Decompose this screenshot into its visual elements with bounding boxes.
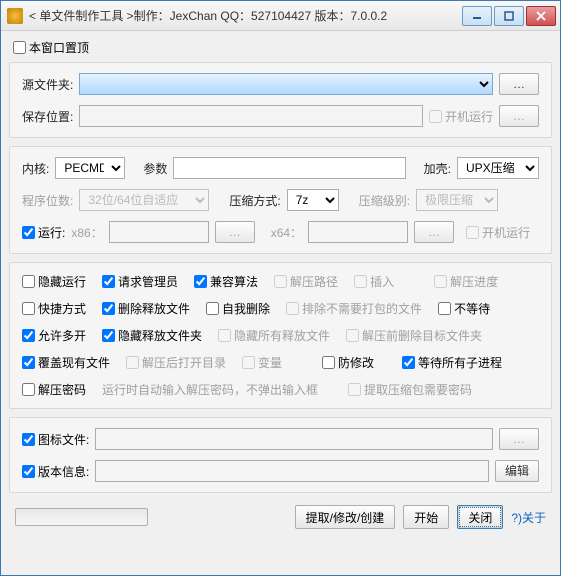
- run-startup-checkbox[interactable]: 开机运行: [466, 224, 530, 241]
- opt-shortcut[interactable]: 快捷方式: [22, 300, 86, 317]
- opt-insert[interactable]: 插入: [354, 273, 418, 290]
- save-startup-checkbox[interactable]: 开机运行: [429, 108, 493, 125]
- kernel-label: 内核:: [22, 160, 49, 177]
- ver-edit-button[interactable]: 编辑: [495, 460, 539, 482]
- opt-multi[interactable]: 允许多开: [22, 327, 86, 344]
- clevel-label: 压缩级别:: [359, 192, 410, 209]
- save-browse-button[interactable]: …: [499, 105, 539, 127]
- src-label: 源文件夹:: [22, 76, 73, 93]
- client-area: 本窗口置顶 源文件夹: … 保存位置: 开机运行 … 内核: PECMD 参数 …: [1, 31, 560, 575]
- resource-panel: 图标文件: … 版本信息: 编辑: [9, 417, 552, 493]
- icon-path-input[interactable]: [95, 428, 493, 450]
- opt-wait-child[interactable]: 等待所有子进程: [402, 354, 502, 371]
- progress-bar: [15, 508, 148, 526]
- pin-top-checkbox[interactable]: 本窗口置顶: [13, 39, 89, 56]
- opt-var[interactable]: 变量: [242, 354, 306, 371]
- window-title: < 单文件制作工具 >制作：JexChan QQ：527104427 版本：7.…: [29, 7, 462, 24]
- ver-info-input[interactable]: [95, 460, 489, 482]
- shell-select[interactable]: UPX压缩: [457, 157, 539, 179]
- about-link[interactable]: ?)关于: [511, 509, 546, 526]
- run-x64-input[interactable]: [308, 221, 408, 243]
- run-x86-input[interactable]: [109, 221, 209, 243]
- opt-exclude[interactable]: 排除不需要打包的文件: [286, 300, 422, 317]
- opt-hide-reldir[interactable]: 隐藏释放文件夹: [102, 327, 202, 344]
- opt-deprog[interactable]: 解压进度: [434, 273, 498, 290]
- shell-label: 加壳:: [424, 160, 451, 177]
- cmethod-select[interactable]: 7z: [287, 189, 339, 211]
- opt-del-rel[interactable]: 删除释放文件: [102, 300, 190, 317]
- opt-self-del[interactable]: 自我删除: [206, 300, 270, 317]
- params-input[interactable]: [173, 157, 405, 179]
- bottom-bar: 提取/修改/创建 开始 关闭 ?)关于: [9, 501, 552, 531]
- opt-del-before[interactable]: 解压前删除目标文件夹: [346, 327, 482, 344]
- extract-button[interactable]: 提取/修改/创建: [295, 505, 396, 529]
- app-icon: [7, 8, 23, 24]
- window-buttons: [462, 6, 556, 26]
- options-panel: 隐藏运行 请求管理员 兼容算法 解压路径 插入 解压进度 快捷方式 删除释放文件…: [9, 262, 552, 409]
- run-x64-browse[interactable]: …: [414, 221, 454, 243]
- maximize-button[interactable]: [494, 6, 524, 26]
- run-x86-label: x86：: [71, 224, 102, 241]
- opt-pwd-note: 运行时自动输入解压密码，不弹出输入框: [102, 381, 332, 398]
- icon-browse-button[interactable]: …: [499, 428, 539, 450]
- close-window-button[interactable]: [526, 6, 556, 26]
- run-checkbox[interactable]: 运行:: [22, 224, 65, 241]
- icon-checkbox[interactable]: 图标文件:: [22, 431, 89, 448]
- opt-hide-all-rel[interactable]: 隐藏所有释放文件: [218, 327, 330, 344]
- opt-compat[interactable]: 兼容算法: [194, 273, 258, 290]
- opt-open-after[interactable]: 解压后打开目录: [126, 354, 226, 371]
- bits-label: 程序位数:: [22, 192, 73, 209]
- run-x64-label: x64：: [271, 224, 302, 241]
- clevel-select[interactable]: 极限压缩: [416, 189, 498, 211]
- config-panel: 内核: PECMD 参数 加壳: UPX压缩 程序位数: 32位/64位自适应 …: [9, 146, 552, 254]
- opt-overwrite[interactable]: 覆盖现有文件: [22, 354, 110, 371]
- opt-nowait[interactable]: 不等待: [438, 300, 502, 317]
- opt-pwd[interactable]: 解压密码: [22, 381, 86, 398]
- kernel-select[interactable]: PECMD: [55, 157, 125, 179]
- src-browse-button[interactable]: …: [499, 73, 539, 95]
- src-folder-combo[interactable]: [79, 73, 493, 95]
- opt-hide-run[interactable]: 隐藏运行: [22, 273, 86, 290]
- bits-select[interactable]: 32位/64位自适应: [79, 189, 209, 211]
- params-label: 参数: [143, 160, 167, 177]
- opt-req-admin[interactable]: 请求管理员: [102, 273, 178, 290]
- titlebar: < 单文件制作工具 >制作：JexChan QQ：527104427 版本：7.…: [1, 1, 560, 31]
- close-button[interactable]: 关闭: [457, 505, 503, 529]
- save-label: 保存位置:: [22, 108, 73, 125]
- source-panel: 源文件夹: … 保存位置: 开机运行 …: [9, 62, 552, 138]
- minimize-button[interactable]: [462, 6, 492, 26]
- opt-antimod[interactable]: 防修改: [322, 354, 386, 371]
- main-window: < 单文件制作工具 >制作：JexChan QQ：527104427 版本：7.…: [0, 0, 561, 576]
- opt-depath[interactable]: 解压路径: [274, 273, 338, 290]
- start-button[interactable]: 开始: [403, 505, 449, 529]
- ver-checkbox[interactable]: 版本信息:: [22, 463, 89, 480]
- run-x86-browse[interactable]: …: [215, 221, 255, 243]
- cmethod-label: 压缩方式:: [229, 192, 280, 209]
- save-path-input[interactable]: [79, 105, 423, 127]
- opt-pick-pwd[interactable]: 提取压缩包需要密码: [348, 381, 472, 398]
